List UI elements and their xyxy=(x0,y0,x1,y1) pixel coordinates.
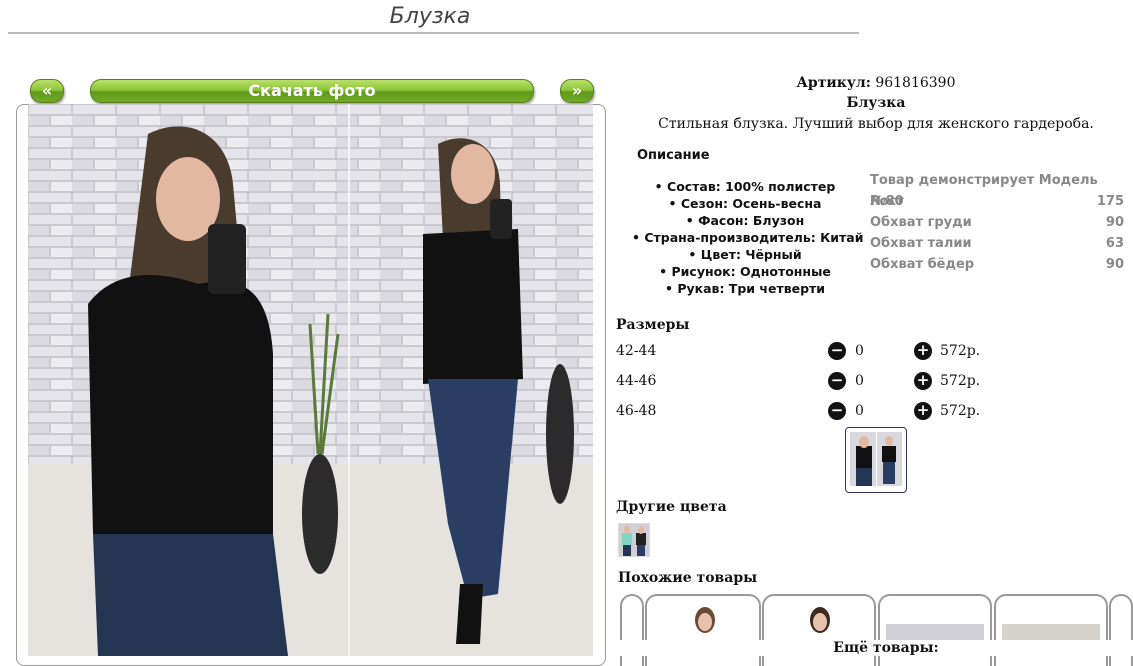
similar-product-image xyxy=(1002,624,1100,646)
bullet-icon: • xyxy=(654,179,668,194)
plus-circle-icon[interactable]: + xyxy=(914,372,932,390)
article-line: Артикул: 961816390 xyxy=(616,75,1133,91)
similar-product-image xyxy=(810,607,830,633)
bullet-icon: • xyxy=(632,230,645,245)
article-label: Артикул: xyxy=(796,75,871,91)
product-photo[interactable] xyxy=(28,104,593,656)
bullet-icon: • xyxy=(688,247,701,262)
model-row: Обхват груди 90 xyxy=(870,215,1124,230)
description-heading: Описание xyxy=(637,148,710,163)
feature-item: • Рисунок: Однотонные xyxy=(659,264,831,279)
more-products-link[interactable]: Ещё товары: xyxy=(616,640,1133,656)
plus-circle-icon[interactable]: + xyxy=(914,402,932,420)
product-photo-image xyxy=(28,104,593,656)
model-row: Рост 175 xyxy=(870,194,1124,209)
size-row: 44-46 − 0 + 572р. xyxy=(616,369,996,395)
download-photo-button[interactable]: Скачать фото xyxy=(90,79,534,103)
bullet-icon: • xyxy=(659,264,672,279)
color-variant-thumbnail[interactable] xyxy=(618,523,650,557)
sizes-heading: Размеры xyxy=(616,317,690,333)
previous-photo-button[interactable]: « xyxy=(30,79,64,103)
title-divider xyxy=(8,32,859,34)
feature-item: • Цвет: Чёрный xyxy=(688,247,802,262)
feature-item: • Рукав: Три четверти xyxy=(664,281,826,296)
size-row: 46-48 − 0 + 572р. xyxy=(616,399,996,425)
minus-circle-icon[interactable]: − xyxy=(828,372,846,390)
next-photo-button[interactable]: » xyxy=(560,79,594,103)
article-value: 961816390 xyxy=(875,75,956,91)
product-name: Блузка xyxy=(846,95,906,111)
similar-products-heading: Похожие товары xyxy=(618,570,758,586)
plus-circle-icon[interactable]: + xyxy=(914,342,932,360)
model-heading: Товар демонстрирует Модель №80 xyxy=(870,173,1098,209)
minus-circle-icon[interactable]: − xyxy=(828,342,846,360)
minus-circle-icon[interactable]: − xyxy=(828,402,846,420)
size-price: 572р. xyxy=(940,373,981,389)
feature-item: • Страна-производитель: Китай xyxy=(632,230,864,245)
page-title: Блузка xyxy=(389,4,471,29)
color-variant-image xyxy=(619,524,649,556)
model-measurements: Товар демонстрирует Модель №80 Рост 175 О… xyxy=(870,170,1124,275)
feature-item: • Состав: 100% полистер xyxy=(654,179,836,194)
bullet-icon: • xyxy=(664,281,678,296)
product-thumbnail[interactable] xyxy=(845,427,907,493)
quantity-value: 0 xyxy=(855,343,864,359)
size-price: 572р. xyxy=(940,403,981,419)
model-row: Обхват бёдер 90 xyxy=(870,257,1124,272)
quantity-value: 0 xyxy=(855,373,864,389)
quantity-value: 0 xyxy=(855,403,864,419)
feature-list: • Состав: 100% полистер • Сезон: Осень-в… xyxy=(632,178,864,297)
feature-item: • Фасон: Блузон xyxy=(685,213,805,228)
similar-product-image xyxy=(695,607,715,633)
bullet-icon: • xyxy=(668,196,681,211)
similar-product-image xyxy=(886,624,984,646)
bullet-icon: • xyxy=(685,213,699,228)
size-price: 572р. xyxy=(940,343,981,359)
model-row: Обхват талии 63 xyxy=(870,236,1124,251)
size-label: 42-44 xyxy=(616,343,657,359)
other-colors-heading: Другие цвета xyxy=(616,499,727,515)
feature-item: • Сезон: Осень-весна xyxy=(668,196,822,211)
product-tagline: Стильная блузка. Лучший выбор для женско… xyxy=(658,116,1094,132)
size-row: 42-44 − 0 + 572р. xyxy=(616,339,996,365)
thumbnail-image xyxy=(850,432,902,486)
size-label: 46-48 xyxy=(616,403,657,419)
size-label: 44-46 xyxy=(616,373,657,389)
